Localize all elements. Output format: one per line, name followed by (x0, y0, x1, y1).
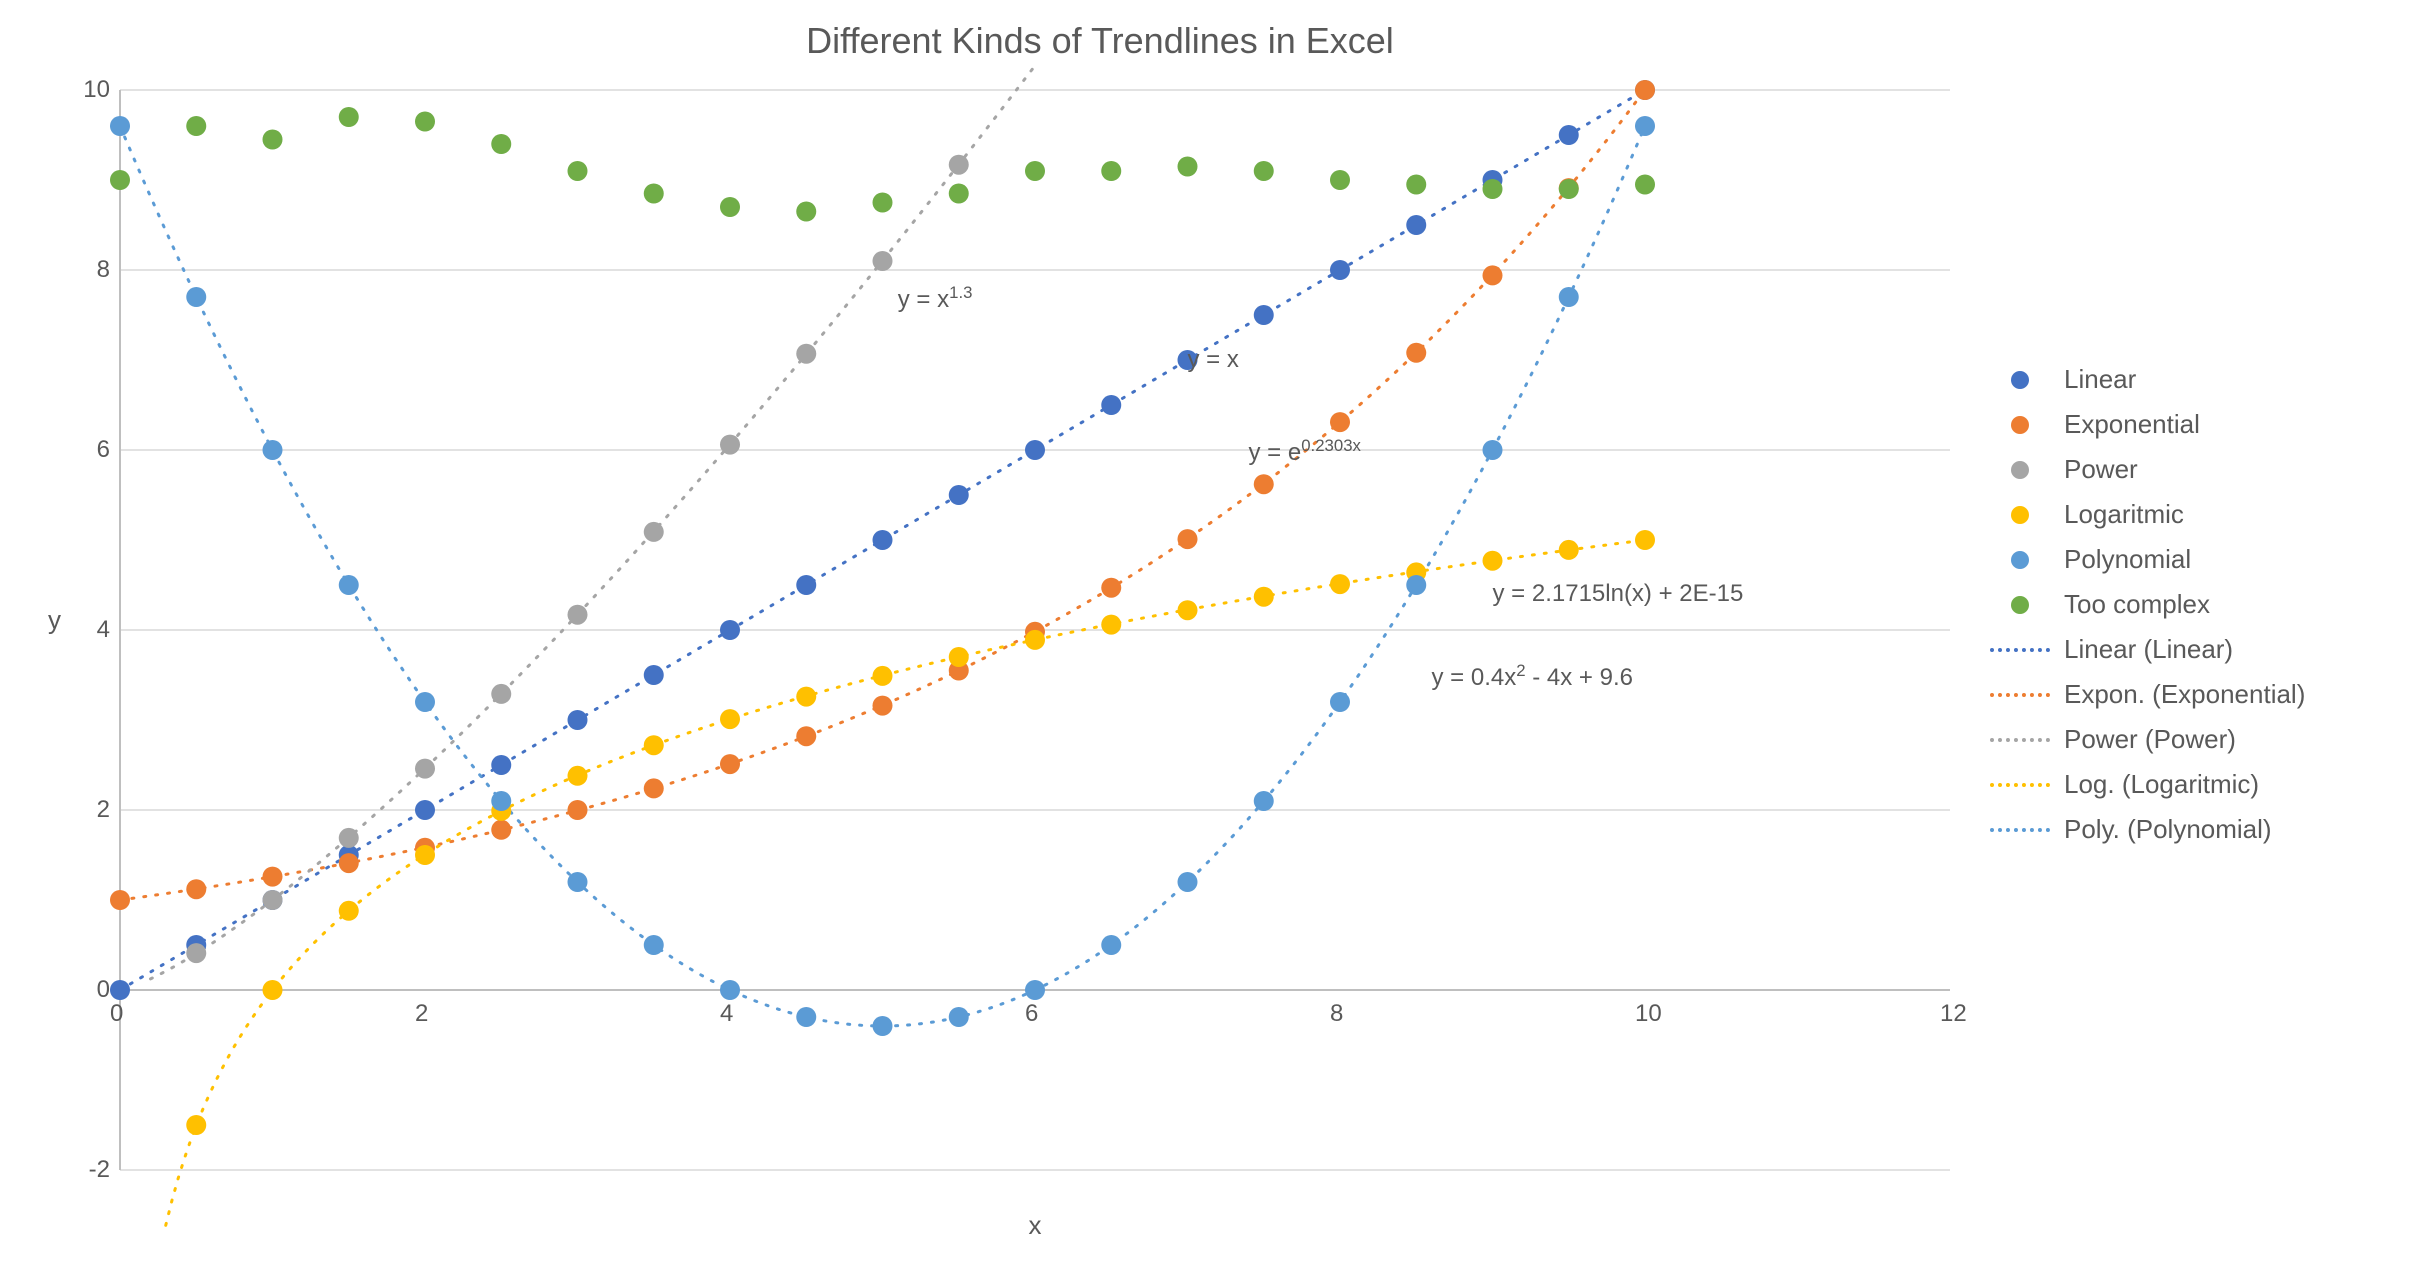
legend-label: Exponential (2064, 409, 2200, 440)
x-tick-label: 8 (1330, 1000, 1343, 1028)
x-tick-label: 4 (720, 1000, 733, 1028)
equation-annotation: y = x (1188, 346, 1239, 374)
legend-item: Power (1990, 454, 2420, 485)
legend-line-icon (1990, 773, 2050, 797)
legend-label: Linear (2064, 364, 2136, 395)
legend-label: Polynomial (2064, 544, 2191, 575)
y-tick-label: 4 (60, 616, 110, 644)
x-tick-label: 12 (1940, 1000, 1967, 1028)
y-tick-label: 2 (60, 796, 110, 824)
x-axis-label: x (120, 1210, 1950, 1241)
legend-item: Log. (Logaritmic) (1990, 769, 2420, 800)
legend-label: Expon. (Exponential) (2064, 679, 2305, 710)
legend-line-icon (1990, 728, 2050, 752)
y-tick-label: 6 (60, 436, 110, 464)
equation-annotation: y = 0.4x2 - 4x + 9.6 (1432, 661, 1633, 692)
x-tick-label: 0 (110, 1000, 123, 1028)
legend-label: Linear (Linear) (2064, 634, 2233, 665)
y-tick-label: 0 (60, 976, 110, 1004)
x-tick-label: 6 (1025, 1000, 1038, 1028)
legend-item: Power (Power) (1990, 724, 2420, 755)
legend-dot-icon (1990, 593, 2050, 617)
equation-annotation: y = x1.3 (898, 283, 973, 314)
legend-item: Exponential (1990, 409, 2420, 440)
y-tick-label: 10 (60, 76, 110, 104)
legend-dot-icon (1990, 548, 2050, 572)
legend-label: Poly. (Polynomial) (2064, 814, 2272, 845)
legend-label: Power (Power) (2064, 724, 2236, 755)
legend-line-icon (1990, 818, 2050, 842)
legend: Linear Exponential Power Logaritmic Polynomi… (1990, 350, 2420, 859)
chart-container: Different Kinds of Trendlines in Excel y… (0, 0, 2435, 1268)
legend-item: Poly. (Polynomial) (1990, 814, 2420, 845)
legend-label: Power (2064, 454, 2138, 485)
legend-item: Polynomial (1990, 544, 2420, 575)
legend-item: Expon. (Exponential) (1990, 679, 2420, 710)
legend-item: Logaritmic (1990, 499, 2420, 530)
legend-item: Too complex (1990, 589, 2420, 620)
legend-label: Logaritmic (2064, 499, 2184, 530)
y-tick-label: 8 (60, 256, 110, 284)
chart-title: Different Kinds of Trendlines in Excel (0, 20, 2200, 62)
legend-label: Log. (Logaritmic) (2064, 769, 2259, 800)
legend-item: Linear (1990, 364, 2420, 395)
legend-dot-icon (1990, 413, 2050, 437)
legend-label: Too complex (2064, 589, 2210, 620)
equation-annotation: y = 2.1715ln(x) + 2E-15 (1493, 580, 1744, 608)
x-tick-label: 10 (1635, 1000, 1662, 1028)
legend-dot-icon (1990, 458, 2050, 482)
equation-annotation: y = e0.2303x (1249, 436, 1361, 467)
legend-line-icon (1990, 683, 2050, 707)
x-tick-label: 2 (415, 1000, 428, 1028)
legend-item: Linear (Linear) (1990, 634, 2420, 665)
legend-dot-icon (1990, 503, 2050, 527)
legend-line-icon (1990, 638, 2050, 662)
y-tick-label: -2 (60, 1156, 110, 1184)
legend-dot-icon (1990, 368, 2050, 392)
